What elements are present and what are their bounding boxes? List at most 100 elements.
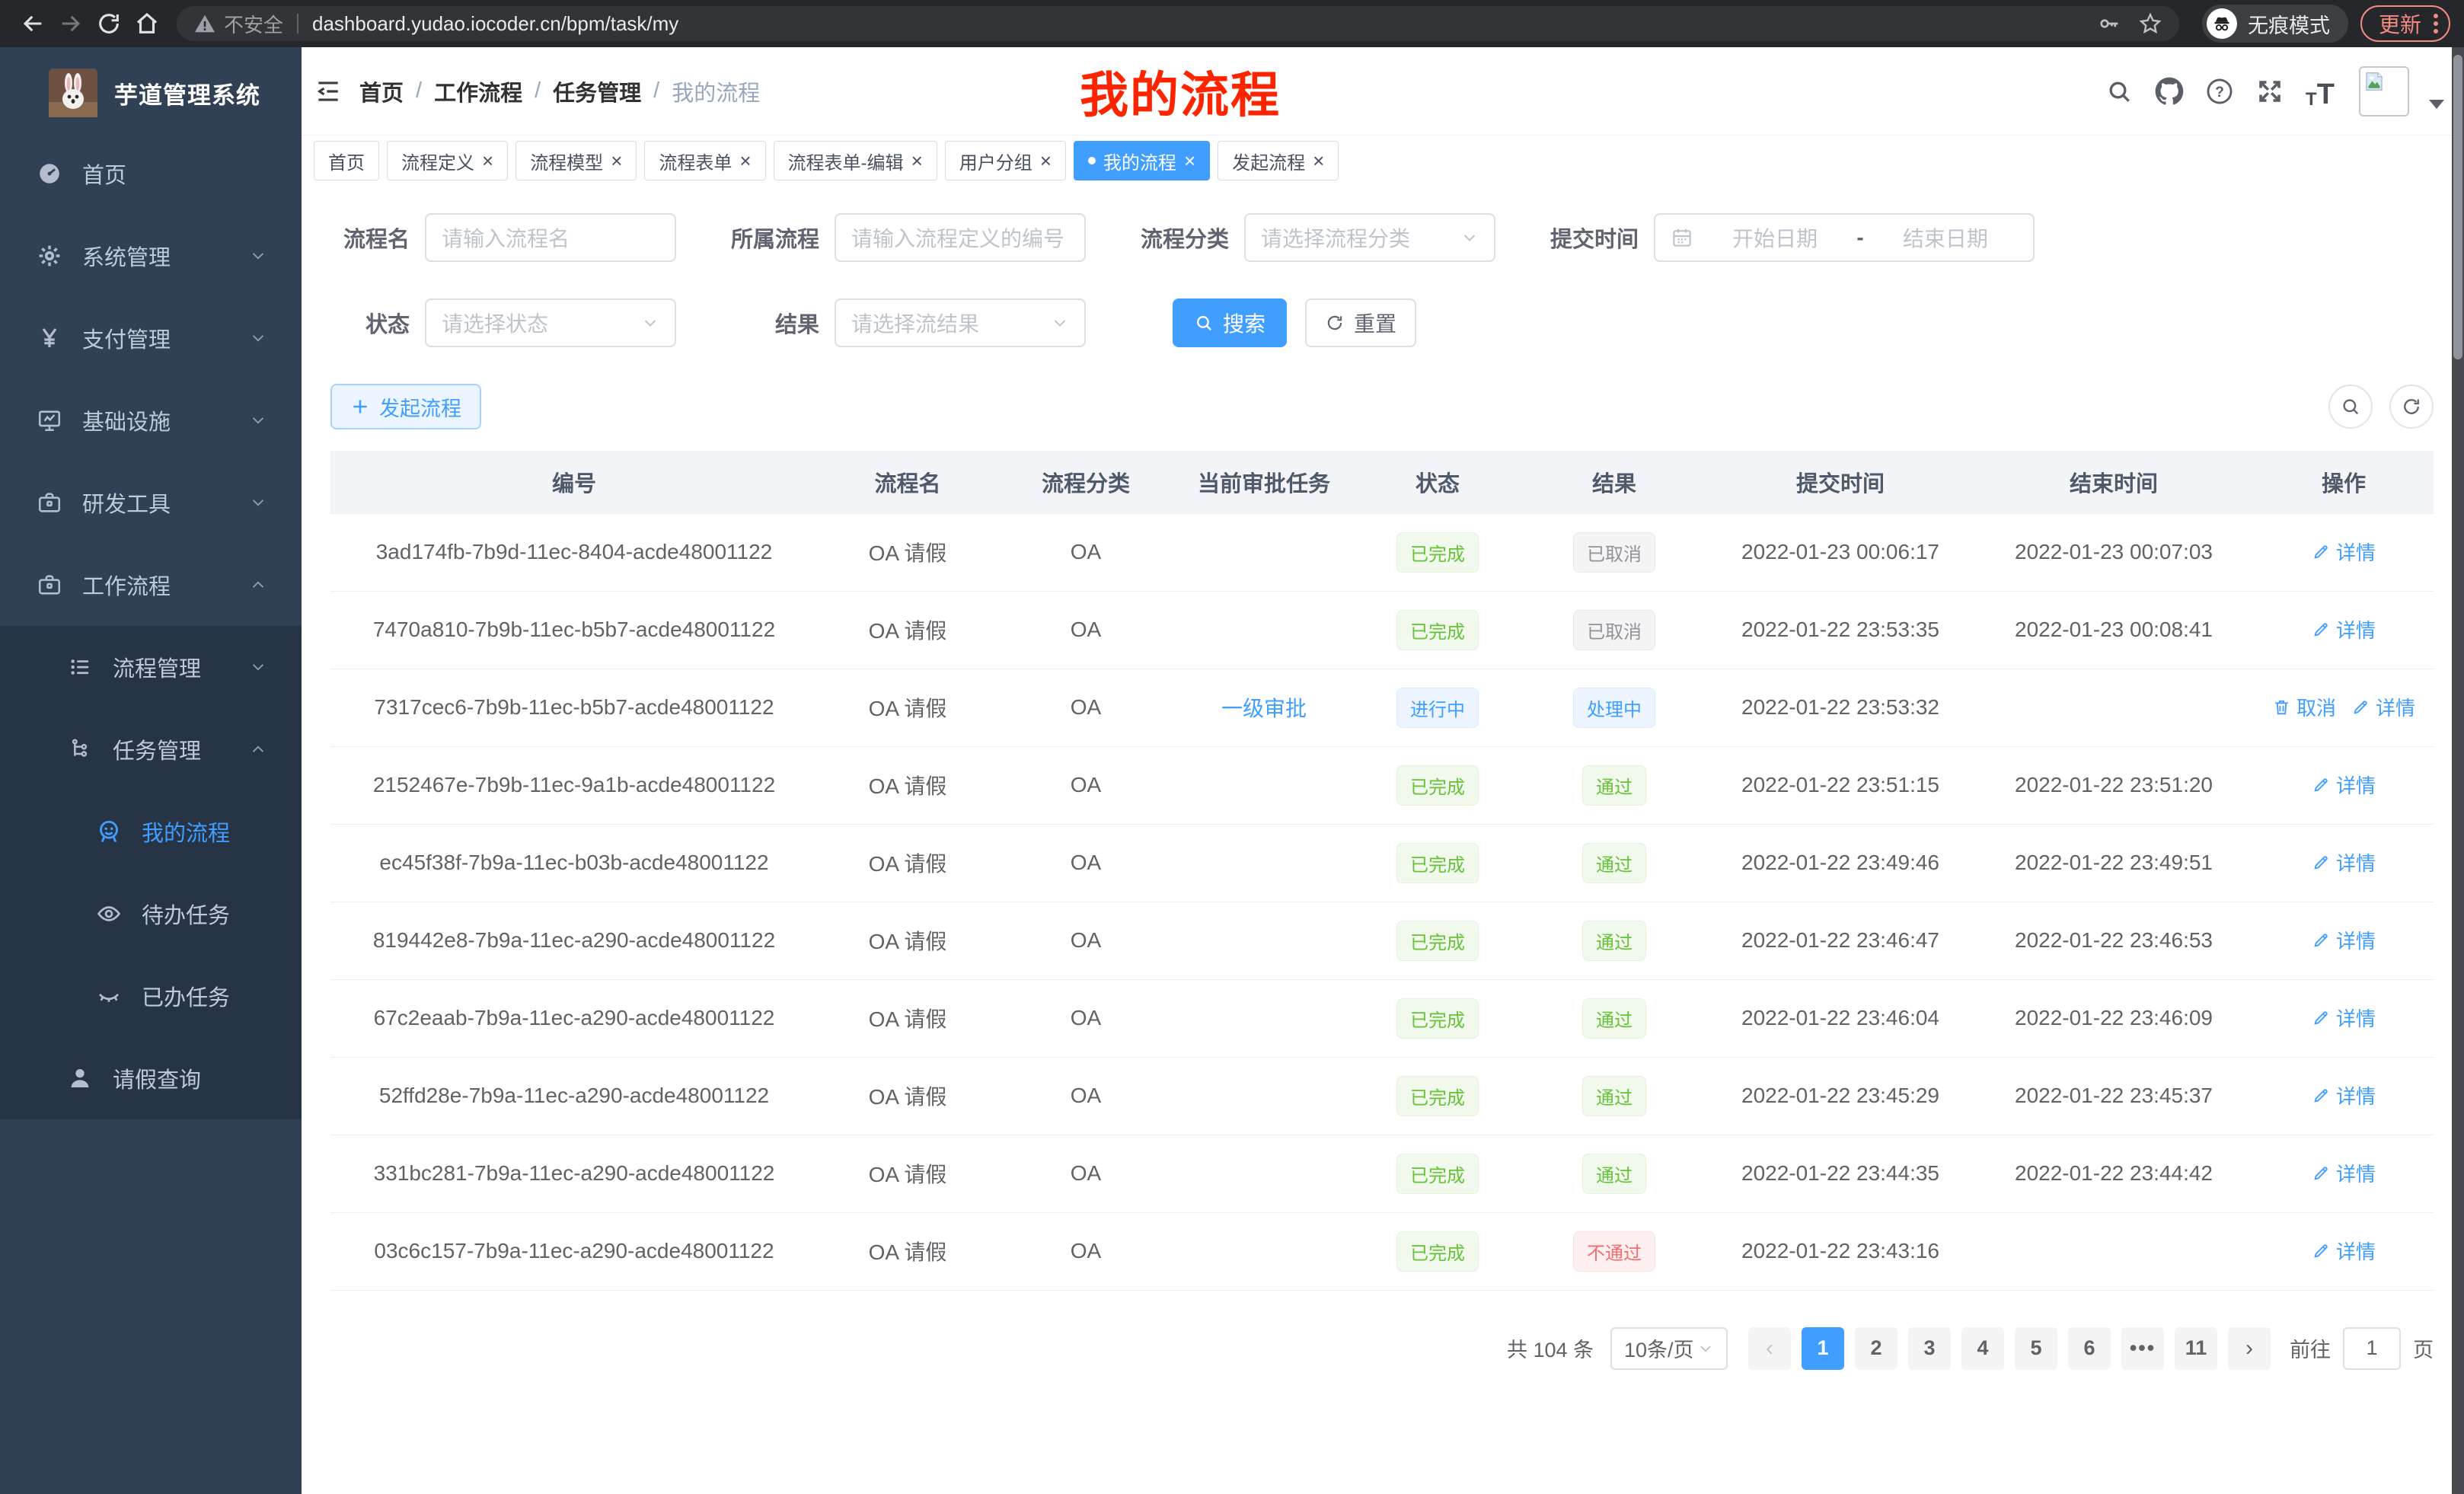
sidebar-item-done-tasks[interactable]: 已办任务 — [0, 955, 302, 1037]
tab-start-process[interactable]: 发起流程× — [1218, 141, 1339, 180]
close-icon[interactable]: × — [739, 151, 751, 171]
reload-icon[interactable] — [90, 5, 128, 43]
tab-process-definition[interactable]: 流程定义× — [387, 141, 508, 180]
sidebar-item-leave-query[interactable]: 请假查询 — [0, 1037, 302, 1119]
close-icon[interactable]: × — [911, 151, 923, 171]
breadcrumb-item[interactable]: 首页 — [359, 75, 404, 107]
action-detail[interactable]: 详情 — [2312, 771, 2376, 799]
tab-home[interactable]: 首页 — [314, 141, 379, 180]
sidebar-item-task-mgmt[interactable]: 任务管理 — [0, 708, 302, 790]
close-icon[interactable]: × — [482, 151, 493, 171]
breadcrumb-item[interactable]: 任务管理 — [553, 75, 641, 107]
sidebar-item-workflow[interactable]: 工作流程 — [0, 544, 302, 626]
forward-icon[interactable] — [52, 5, 90, 43]
status-badge: 已完成 — [1396, 1076, 1479, 1116]
sidebar-item-process-mgmt[interactable]: 流程管理 — [0, 626, 302, 708]
avatar-dropdown-caret[interactable] — [2429, 100, 2444, 109]
back-icon[interactable] — [14, 5, 52, 43]
current-task-link[interactable]: 一级审批 — [1221, 697, 1307, 720]
window-scrollbar[interactable] — [2452, 47, 2464, 1494]
search-icon[interactable] — [2102, 74, 2137, 109]
action-detail[interactable]: 详情 — [2351, 693, 2415, 721]
result-select[interactable]: 请选择流结果 — [835, 298, 1086, 347]
close-icon[interactable]: × — [1184, 151, 1195, 171]
action-detail[interactable]: 详情 — [2312, 1004, 2376, 1032]
more-pages-button[interactable]: ••• — [2121, 1327, 2164, 1370]
table-row: 03c6c157-7b9a-11ec-a290-acde48001122OA 请… — [330, 1212, 2434, 1290]
page-size-select[interactable]: 10条/页 — [1610, 1327, 1728, 1370]
github-icon[interactable] — [2152, 74, 2187, 109]
action-cancel[interactable]: 取消 — [2272, 693, 2336, 721]
close-icon[interactable]: × — [1313, 151, 1324, 171]
warning-icon[interactable] — [193, 12, 216, 35]
page-button-1[interactable]: 1 — [1802, 1327, 1844, 1370]
sidebar-collapse-icon[interactable] — [314, 77, 343, 106]
security-label[interactable]: 不安全 — [224, 10, 283, 38]
action-detail[interactable]: 详情 — [2312, 1159, 2376, 1187]
sidebar-item-dev-tools[interactable]: 研发工具 — [0, 461, 302, 544]
page-button-4[interactable]: 4 — [1961, 1327, 2004, 1370]
submit-time: 2022-01-22 23:43:16 — [1707, 1212, 1974, 1290]
avatar[interactable] — [2359, 66, 2409, 117]
address-bar[interactable]: 不安全 dashboard.yudao.iocoder.cn/bpm/task/… — [177, 6, 2179, 41]
start-date-placeholder[interactable]: 开始日期 — [1703, 222, 1847, 253]
action-detail[interactable]: 详情 — [2312, 538, 2376, 566]
action-detail[interactable]: 详情 — [2312, 1237, 2376, 1265]
close-icon[interactable]: × — [1040, 151, 1052, 171]
tab-process-model[interactable]: 流程模型× — [515, 141, 637, 180]
column-header: 编号 — [330, 451, 818, 513]
show-search-toggle-button[interactable] — [2328, 385, 2373, 429]
prev-page-button[interactable]: ‹ — [1748, 1327, 1791, 1370]
action-detail[interactable]: 详情 — [2312, 926, 2376, 954]
page-button-2[interactable]: 2 — [1855, 1327, 1897, 1370]
tab-process-form[interactable]: 流程表单× — [644, 141, 765, 180]
sidebar-item-system[interactable]: 系统管理 — [0, 215, 302, 297]
scrollbar-thumb[interactable] — [2453, 55, 2462, 359]
page-button-3[interactable]: 3 — [1908, 1327, 1951, 1370]
fullscreen-icon[interactable] — [2252, 74, 2287, 109]
tab-user-group[interactable]: 用户分组× — [945, 141, 1066, 180]
goto-page-input[interactable]: 1 — [2343, 1327, 2401, 1370]
key-icon[interactable] — [2097, 11, 2121, 36]
action-detail[interactable]: 详情 — [2312, 1081, 2376, 1109]
start-process-button[interactable]: 发起流程 — [330, 384, 481, 429]
breadcrumb-item[interactable]: 工作流程 — [434, 75, 522, 107]
page-button-11[interactable]: 11 — [2175, 1327, 2217, 1370]
update-label[interactable]: 更新 — [2379, 8, 2421, 39]
sidebar-item-payment[interactable]: 支付管理 — [0, 297, 302, 379]
suitcase-icon — [35, 572, 64, 598]
process-definition-input[interactable]: 请输入流程定义的编号 — [835, 213, 1086, 262]
bookmark-star-icon[interactable] — [2138, 11, 2162, 36]
close-icon[interactable]: × — [611, 151, 622, 171]
reset-button[interactable]: 重置 — [1305, 298, 1416, 347]
current-task — [1174, 1057, 1354, 1135]
next-page-button[interactable]: › — [2228, 1327, 2271, 1370]
action-detail[interactable]: 详情 — [2312, 848, 2376, 876]
submit-time-range-picker[interactable]: 开始日期 - 结束日期 — [1654, 213, 2035, 262]
process-category-select[interactable]: 请选择流程分类 — [1244, 213, 1495, 262]
menu-dots-icon[interactable] — [2434, 11, 2438, 37]
sidebar-item-my-process[interactable]: 我的流程 — [0, 790, 302, 873]
app-logo[interactable]: 芋道管理系统 — [0, 47, 302, 132]
end-date-placeholder[interactable]: 结束日期 — [1873, 222, 2018, 253]
page-button-6[interactable]: 6 — [2068, 1327, 2111, 1370]
sidebar-item-todo-tasks[interactable]: 待办任务 — [0, 873, 302, 955]
tab-my-process[interactable]: 我的流程× — [1074, 141, 1210, 180]
tab-process-form-edit[interactable]: 流程表单-编辑× — [774, 141, 937, 180]
update-button[interactable]: 更新 — [2360, 5, 2450, 42]
action-detail[interactable]: 详情 — [2312, 615, 2376, 643]
sidebar-item-home[interactable]: 首页 — [0, 132, 302, 215]
process-name-input[interactable]: 请输入流程名 — [425, 213, 676, 262]
breadcrumb-separator: / — [535, 78, 541, 104]
sidebar-item-infrastructure[interactable]: 基础设施 — [0, 379, 302, 461]
help-icon[interactable]: ? — [2202, 74, 2237, 109]
status-select[interactable]: 请选择状态 — [425, 298, 676, 347]
url-text[interactable]: dashboard.yudao.iocoder.cn/bpm/task/my — [312, 12, 2097, 36]
search-button[interactable]: 搜索 — [1173, 298, 1287, 347]
home-icon[interactable] — [128, 5, 166, 43]
result-cell: 已取消 — [1521, 513, 1707, 591]
refresh-table-button[interactable] — [2389, 385, 2434, 429]
font-size-icon[interactable]: TT — [2303, 74, 2338, 109]
page-button-5[interactable]: 5 — [2015, 1327, 2057, 1370]
goto-label: 前往 — [2290, 1333, 2331, 1363]
